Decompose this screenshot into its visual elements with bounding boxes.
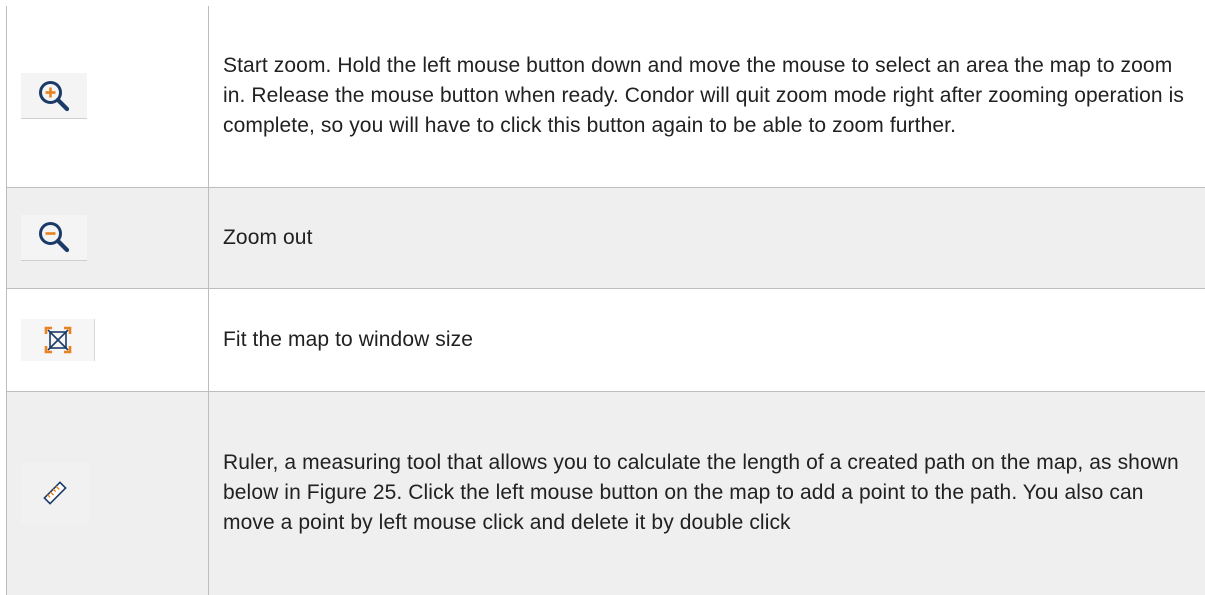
ruler-icon [43, 481, 67, 505]
icon-cell [6, 186, 209, 289]
table-row-zoom-in: Start zoom. Hold the left mouse button d… [6, 6, 1205, 188]
fit-to-window-icon [44, 326, 71, 353]
table-row-zoom-out: Zoom out [6, 186, 1205, 289]
icon-cell [6, 390, 209, 595]
zoom-in-button[interactable] [21, 73, 87, 120]
zoom-out-button[interactable] [21, 214, 87, 261]
table-row-fit-to-window: Fit the map to window size [6, 287, 1205, 392]
table-row-ruler: Ruler, a measuring tool that allows you … [6, 390, 1205, 595]
ruler-button[interactable] [21, 462, 89, 525]
fit-to-window-description: Fit the map to window size [208, 287, 1205, 392]
toolbar-buttons-table: Start zoom. Hold the left mouse button d… [6, 6, 1205, 595]
fit-to-window-button[interactable] [21, 318, 95, 361]
zoom-in-description: Start zoom. Hold the left mouse button d… [208, 6, 1205, 188]
ruler-description: Ruler, a measuring tool that allows you … [208, 390, 1205, 595]
zoom-in-icon [39, 80, 70, 111]
zoom-out-icon [39, 222, 70, 253]
icon-cell [6, 287, 209, 392]
zoom-out-description: Zoom out [208, 186, 1205, 289]
icon-cell [6, 6, 209, 188]
